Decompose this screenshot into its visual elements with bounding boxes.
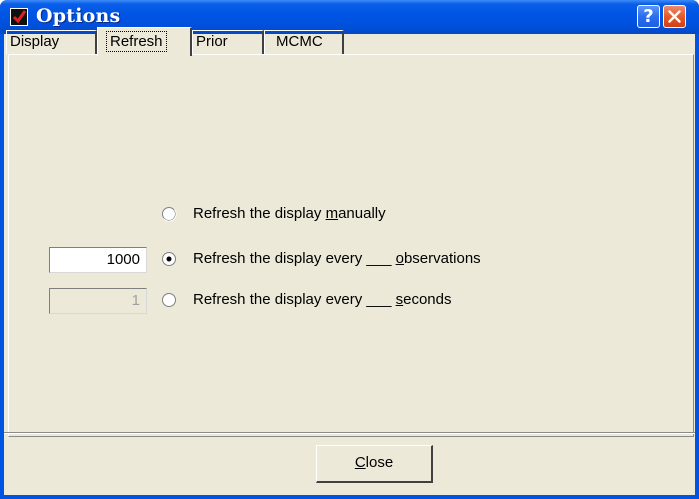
radio-button-manually[interactable] xyxy=(161,206,177,222)
refresh-tab-page xyxy=(8,54,694,437)
tab-mcmc[interactable]: MCMC xyxy=(264,30,344,54)
radio-label-observations: Refresh the display every ___ observatio… xyxy=(193,250,481,267)
tab-refresh-label: Refresh xyxy=(106,31,167,52)
radio-button-observations[interactable] xyxy=(161,251,177,267)
radio-label-manually: Refresh the display manually xyxy=(193,205,386,222)
close-button[interactable]: Close xyxy=(316,445,433,483)
radio-label-seconds: Refresh the display every ___ seconds xyxy=(193,291,452,308)
seconds-input[interactable]: 1 xyxy=(49,288,147,314)
radio-button-seconds[interactable] xyxy=(161,292,177,308)
footer-divider xyxy=(4,432,695,434)
tab-refresh[interactable]: Refresh xyxy=(97,27,192,56)
observations-input[interactable]: 1000 xyxy=(49,247,147,273)
tab-display[interactable]: Display xyxy=(6,30,97,54)
tab-prior[interactable]: Prior xyxy=(192,30,264,54)
